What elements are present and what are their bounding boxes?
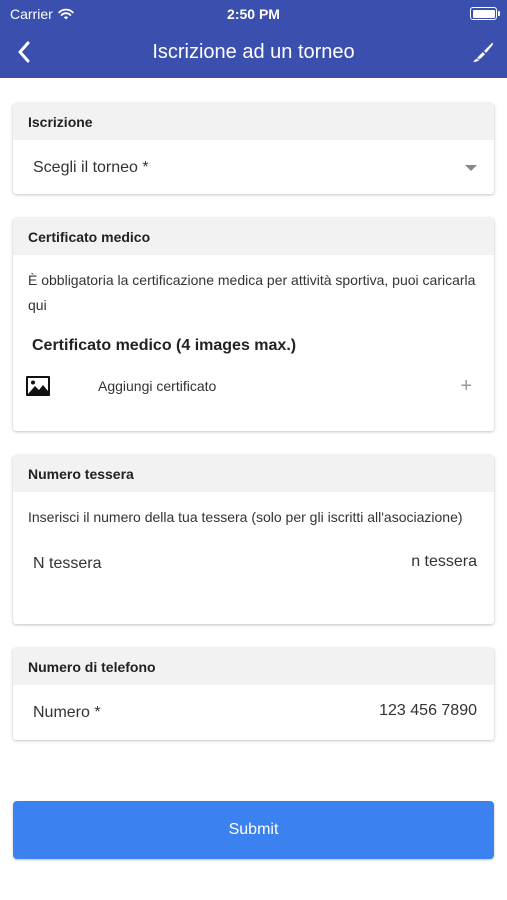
add-certificate-label: Aggiungi certificato [98,378,217,394]
top-bar: Carrier 2:50 PM Iscrizione ad un torneo [0,0,507,78]
telefono-card: Numero di telefono Numero * 123 456 7890 [13,648,494,740]
tessera-field[interactable]: N tessera n tessera [13,536,494,592]
tessera-card: Numero tessera Inserisci il numero della… [13,455,494,624]
tessera-header: Numero tessera [13,455,494,492]
tournament-select[interactable]: Scegli il torneo * [13,140,494,194]
battery-icon [470,7,500,20]
iscrizione-card: Iscrizione Scegli il torneo * [13,103,494,194]
paintbrush-icon [473,42,493,62]
certificato-title: Certificato medico (4 images max.) [32,337,297,354]
telefono-header: Numero di telefono [13,648,494,685]
tessera-input[interactable]: n tessera [411,553,477,571]
telefono-field[interactable]: Numero * 123 456 7890 [13,685,494,740]
certificato-card: Certificato medico È obbligatoria la cer… [13,218,494,431]
tessera-label: N tessera [33,555,102,572]
add-certificate-row[interactable]: Aggiungi certificato + [13,355,494,417]
telefono-input[interactable]: 123 456 7890 [379,702,477,720]
image-icon [26,376,50,396]
iscrizione-header: Iscrizione [13,103,494,140]
tessera-description: Inserisci il numero della tua tessera (s… [28,509,463,525]
status-bar: Carrier 2:50 PM [0,0,507,28]
certificato-description: È obbligatoria la certificazione medica … [28,272,476,313]
clock: 2:50 PM [227,6,280,22]
brush-button[interactable] [469,37,497,67]
certificato-header: Certificato medico [13,218,494,255]
add-certificate-button[interactable]: + [460,375,472,398]
submit-button[interactable]: Submit [13,801,494,859]
back-button[interactable] [8,36,40,68]
tournament-select-value: Scegli il torneo * [33,159,149,176]
telefono-label: Numero * [33,704,101,721]
dropdown-arrow-icon [465,165,477,171]
chevron-left-icon [18,41,30,63]
navbar: Iscrizione ad un torneo [0,28,507,78]
page-title: Iscrizione ad un torneo [152,41,355,63]
